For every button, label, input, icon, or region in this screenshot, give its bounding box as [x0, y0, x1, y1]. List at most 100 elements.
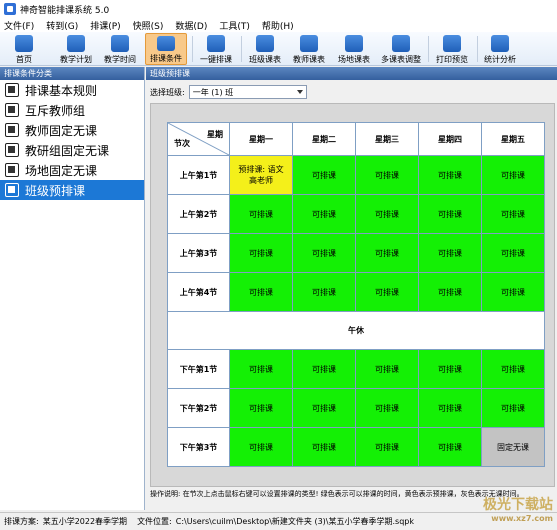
sidebar-item-exclusive-teachers[interactable]: 互斥教师组: [0, 100, 144, 120]
lunch-cell: 午休: [167, 311, 545, 350]
class-select[interactable]: 一年 (1) 班: [188, 85, 307, 99]
watermark-text: 极光下载站: [483, 497, 553, 513]
settings-cluster-icon: [157, 36, 175, 51]
period-row: 上午第2节 可排课 可排课 可排课 可排课 可排课: [167, 194, 545, 234]
schedule-cell[interactable]: 可排课: [418, 233, 482, 273]
watermark-url: www.xz7.com: [491, 514, 553, 523]
menu-data[interactable]: 数据(D): [175, 19, 207, 32]
lunch-row: 午休: [167, 311, 545, 350]
schedule-cell[interactable]: 可排课: [355, 155, 419, 195]
toolbar-label: 首页: [16, 55, 32, 64]
menu-schedule[interactable]: 排课(P): [90, 19, 120, 32]
toolbar-venue-timetable-button[interactable]: 场地课表: [334, 33, 374, 65]
schedule-cell[interactable]: 可排课: [229, 272, 293, 312]
toolbar-statistics-button[interactable]: 统计分析: [480, 33, 520, 65]
schedule-cell[interactable]: 可排课: [355, 194, 419, 234]
corner-period-label: 节次: [174, 139, 190, 148]
morning-rows: 上午第1节 预排课: 语文 高老师 可排课 可排课 可排课 可排课 上午第2节 可排课 可排课可…: [167, 155, 545, 312]
teacher-icon: [300, 35, 318, 52]
sidebar-item-label: 教师固定无课: [25, 123, 98, 138]
period-row: 上午第1节 预排课: 语文 高老师 可排课 可排课 可排课 可排课: [167, 155, 545, 195]
schedule-cell[interactable]: 可排课: [418, 194, 482, 234]
period-row: 下午第2节 可排课 可排课 可排课 可排课 可排课: [167, 388, 545, 428]
schedule-cell[interactable]: 可排课: [292, 155, 356, 195]
schedule-cell[interactable]: 固定无课: [481, 427, 545, 467]
toolbar-separator: [241, 36, 242, 62]
schedule-cell[interactable]: 可排课: [292, 388, 356, 428]
team-lock-icon: [5, 143, 19, 157]
conditions-sidebar: 排课条件分类 排课基本规则 互斥教师组 教师固定无课 教研组固定无课 场地固定无…: [0, 67, 145, 510]
toolbar-label: 教师课表: [293, 55, 325, 64]
adjust-icon: [392, 35, 410, 52]
menu-snapshot[interactable]: 快照(S): [133, 19, 164, 32]
schedule-cell[interactable]: 可排课: [355, 388, 419, 428]
menu-file[interactable]: 文件(F): [4, 19, 34, 32]
menu-tools[interactable]: 工具(T): [219, 19, 250, 32]
menu-help[interactable]: 帮助(H): [262, 19, 294, 32]
schedule-cell[interactable]: 可排课: [292, 272, 356, 312]
toolbar-print-preview-button[interactable]: 打印预览: [432, 33, 472, 65]
toolbar-conditions-button[interactable]: 排课条件: [145, 33, 187, 65]
schedule-cell[interactable]: 可排课: [481, 194, 545, 234]
clock-icon: [111, 35, 129, 52]
schedule-cell[interactable]: 可排课: [481, 233, 545, 273]
schedule-cell[interactable]: 预排课: 语文 高老师: [229, 155, 293, 195]
schedule-cell[interactable]: 可排课: [229, 427, 293, 467]
sidebar-item-venue-fixed-off[interactable]: 场地固定无课: [0, 160, 144, 180]
period-header[interactable]: 下午第2节: [167, 388, 230, 428]
period-header[interactable]: 上午第2节: [167, 194, 230, 234]
title-bar: 神奇智能排课系统 5.0: [0, 0, 557, 18]
toolbar-teaching-time-button[interactable]: 教学时间: [100, 33, 140, 65]
schedule-cell[interactable]: 可排课: [355, 233, 419, 273]
toolbar-teacher-timetable-button[interactable]: 教师课表: [289, 33, 329, 65]
day-header: 星期二: [292, 122, 356, 156]
schedule-cell[interactable]: 可排课: [481, 349, 545, 389]
toolbar-separator: [428, 36, 429, 62]
toolbar-home-button[interactable]: 首页: [6, 33, 42, 65]
period-header[interactable]: 上午第3节: [167, 233, 230, 273]
toolbar-class-timetable-button[interactable]: 班级课表: [245, 33, 285, 65]
schedule-cell[interactable]: 可排课: [292, 194, 356, 234]
period-header[interactable]: 上午第1节: [167, 155, 230, 195]
schedule-cell[interactable]: 可排课: [355, 272, 419, 312]
toolbar-multi-adjust-button[interactable]: 多课表调整: [380, 33, 422, 65]
schedule-cell[interactable]: 可排课: [292, 349, 356, 389]
schedule-cell[interactable]: 可排课: [418, 427, 482, 467]
schedule-cell[interactable]: 可排课: [418, 388, 482, 428]
toolbar-auto-schedule-button[interactable]: 一键排课: [196, 33, 236, 65]
schedule-cell[interactable]: 可排课: [229, 194, 293, 234]
schedule-cell[interactable]: 可排课: [355, 349, 419, 389]
schedule-cell[interactable]: 可排课: [229, 233, 293, 273]
period-header[interactable]: 下午第1节: [167, 349, 230, 389]
schedule-cell[interactable]: 可排课: [229, 388, 293, 428]
class-selector-row: 选择班级: 一年 (1) 班: [150, 85, 307, 99]
toolbar-label: 打印预览: [436, 55, 468, 64]
period-header[interactable]: 上午第4节: [167, 272, 230, 312]
sidebar-item-label: 教研组固定无课: [25, 143, 110, 158]
schedule-cell[interactable]: 可排课: [481, 388, 545, 428]
menu-goto[interactable]: 转到(G): [46, 19, 78, 32]
schedule-cell[interactable]: 可排课: [418, 155, 482, 195]
schedule-cell[interactable]: 可排课: [292, 233, 356, 273]
schedule-cell[interactable]: 可排课: [418, 272, 482, 312]
schedule-cell[interactable]: 可排课: [229, 349, 293, 389]
schedule-cell[interactable]: 可排课: [481, 272, 545, 312]
sidebar-item-team-fixed-off[interactable]: 教研组固定无课: [0, 140, 144, 160]
schedule-cell[interactable]: 可排课: [355, 427, 419, 467]
schedule-cell[interactable]: 可排课: [292, 427, 356, 467]
menu-bar: 文件(F) 转到(G) 排课(P) 快照(S) 数据(D) 工具(T) 帮助(H…: [0, 18, 557, 32]
toolbar-label: 多课表调整: [381, 55, 421, 64]
app-icon: [4, 3, 16, 15]
day-header: 星期三: [355, 122, 419, 156]
sidebar-item-basic-rules[interactable]: 排课基本规则: [0, 80, 144, 100]
status-bar: 排课方案: 某五小学2022春季学期 文件位置: C:\Users\cuilm\…: [0, 512, 557, 530]
sidebar-item-teacher-fixed-off[interactable]: 教师固定无课: [0, 120, 144, 140]
sidebar-item-class-preschedule[interactable]: 班级预排课: [0, 180, 144, 200]
toolbar-teaching-plan-button[interactable]: 教学计划: [56, 33, 96, 65]
schedule-cell[interactable]: 可排课: [481, 155, 545, 195]
period-header[interactable]: 下午第3节: [167, 427, 230, 467]
teacher-lock-icon: [5, 123, 19, 137]
schedule-cell[interactable]: 可排课: [418, 349, 482, 389]
sidebar-item-label: 场地固定无课: [25, 163, 98, 178]
class-select-label: 选择班级:: [150, 87, 185, 97]
